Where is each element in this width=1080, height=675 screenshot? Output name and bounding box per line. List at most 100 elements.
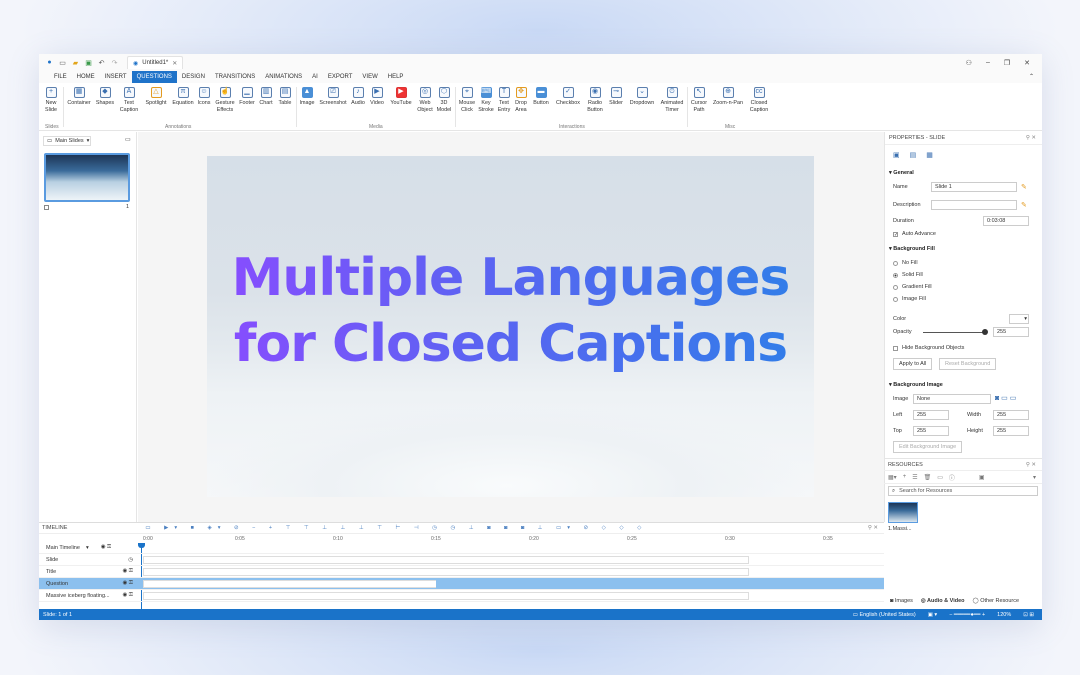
animated-timer-button[interactable]: ⏱ Animated Timer xyxy=(658,87,686,113)
slider-thumb[interactable] xyxy=(982,329,988,335)
visibility-icon[interactable]: ◉ ⚿ xyxy=(122,568,139,575)
hide-bg-objects-checkbox[interactable]: Hide Background Objects xyxy=(893,345,964,351)
resource-thumbnail[interactable] xyxy=(888,502,918,523)
video-button[interactable]: ▶ Video xyxy=(368,87,386,107)
timeline-toolbar[interactable]: ▭ ▶▾ ■ ◈▾ ⊘ − + ⊤ ⊤ ⊥ ⊥ ⊥ ⊤ ⊢ ⊣ ◷ ◷ ⊥ ◙ … xyxy=(145,525,647,531)
open-folder-icon[interactable]: ▰ xyxy=(71,58,80,67)
tab-other-resource[interactable]: ◯ Other Resource xyxy=(973,598,1020,604)
gradient-fill-radio[interactable]: Gradient Fill xyxy=(893,284,932,290)
footer-button[interactable]: ▁ Footer xyxy=(238,87,256,107)
zoom-slider[interactable]: − ━━━━━●━━ + xyxy=(949,612,985,618)
edit-name-icon[interactable]: ✎ xyxy=(1021,183,1027,191)
button-button[interactable]: ▬ Button xyxy=(530,87,552,107)
screenshot-button[interactable]: ⎚ Screenshot xyxy=(317,87,349,107)
slider-button[interactable]: ⊸ Slider xyxy=(606,87,626,107)
timeline-row-image[interactable]: Massive iceberg floating... ◉ ⚿ xyxy=(39,590,884,602)
account-icon[interactable]: ⚇ xyxy=(966,59,972,67)
restore-icon[interactable]: ❐ xyxy=(1004,59,1010,67)
left-field[interactable]: 255 xyxy=(913,410,949,420)
visibility-icon[interactable]: ◉ ⚿ xyxy=(122,580,139,587)
timeline-close-icons[interactable]: ⚲ ✕ xyxy=(868,525,884,531)
edit-background-image-button[interactable]: Edit Background Image xyxy=(893,441,963,453)
top-field[interactable]: 255 xyxy=(913,426,949,436)
drop-area-button[interactable]: ✥ Drop Area xyxy=(513,87,529,113)
opacity-slider[interactable] xyxy=(923,329,988,335)
menu-help[interactable]: HELP xyxy=(383,71,409,83)
equation-button[interactable]: π Equation xyxy=(170,87,196,107)
container-button[interactable]: ▦ Container xyxy=(66,87,92,107)
text-caption-button[interactable]: A Text Caption xyxy=(118,87,140,113)
document-tab[interactable]: ◉ Untitled1* ✕ xyxy=(127,56,183,69)
zoom-n-pan-button[interactable]: ⊕ Zoom-n-Pan xyxy=(710,87,746,107)
menu-ai[interactable]: AI xyxy=(307,71,323,83)
file-icon[interactable]: ▭ xyxy=(937,474,943,481)
menu-file[interactable]: FILE xyxy=(49,71,72,83)
slide-props-icon[interactable]: ▣ xyxy=(893,151,900,159)
shapes-button[interactable]: ◆ Shapes xyxy=(94,87,116,107)
visibility-icon[interactable]: ◉ ⚿ xyxy=(101,544,112,551)
edit-description-icon[interactable]: ✎ xyxy=(1021,201,1027,209)
slide-title-line2[interactable]: for Closed Captions xyxy=(207,314,814,374)
description-field[interactable] xyxy=(931,200,1017,210)
timeline-row-main[interactable]: Main Timeline ▾ ◉ ⚿ xyxy=(39,542,884,554)
slide-title-line1[interactable]: Multiple Languages xyxy=(207,248,814,308)
menu-view[interactable]: VIEW xyxy=(357,71,382,83)
fit-icons[interactable]: ⊡ ⊞ xyxy=(1023,612,1034,618)
width-field[interactable]: 255 xyxy=(993,410,1029,420)
timeline-bar-image[interactable] xyxy=(143,592,749,600)
view-icons[interactable]: ▣ ▾ xyxy=(928,612,938,618)
name-field[interactable]: Slide 1 xyxy=(931,182,1017,192)
slide-canvas[interactable]: Multiple Languages for Closed Captions xyxy=(207,156,814,497)
web-object-button[interactable]: ◎ Web Object xyxy=(416,87,434,113)
main-slides-dropdown[interactable]: ▭ Main Slides ▾ xyxy=(43,136,91,146)
solid-fill-radio[interactable]: Solid Fill xyxy=(893,272,923,278)
browse-image-icon[interactable]: ◙ ▭ ▭ xyxy=(995,394,1016,402)
audio-button[interactable]: ♪ Audio xyxy=(349,87,367,107)
menu-animations[interactable]: ANIMATIONS xyxy=(260,71,307,83)
info-icon[interactable]: ⓘ xyxy=(949,473,955,482)
large-view-icon[interactable]: ▣ xyxy=(979,474,985,481)
chart-button[interactable]: ▥ Chart xyxy=(257,87,275,107)
minimize-icon[interactable]: – xyxy=(986,59,990,67)
timeline-row-question[interactable]: Question ◉ ⚿ xyxy=(39,578,884,590)
image-button[interactable]: ▲ Image xyxy=(298,87,316,107)
list-icon[interactable]: ☰ xyxy=(912,474,917,481)
menu-transitions[interactable]: TRANSITIONS xyxy=(210,71,260,83)
spotlight-button[interactable]: △ Spotlight xyxy=(142,87,170,107)
checkbox-button[interactable]: ✓ Checkbox xyxy=(553,87,583,107)
timeline-bar-question[interactable] xyxy=(436,580,749,588)
cursor-path-button[interactable]: ↖ Cursor Path xyxy=(689,87,709,113)
pin-close-icons[interactable]: ⚲ ✕ xyxy=(1026,135,1042,141)
zoom-level[interactable]: 120% xyxy=(997,612,1011,618)
timeline-bar-title[interactable] xyxy=(143,568,749,576)
collapse-ribbon-icon[interactable]: ⌃ xyxy=(1024,71,1042,83)
new-slide-button[interactable]: + New Slide xyxy=(44,87,58,113)
duration-field[interactable]: 0:03:08 xyxy=(983,216,1029,226)
grid-view-icon[interactable]: ▦▾ xyxy=(888,474,897,481)
undo-icon[interactable]: ↶ xyxy=(97,58,106,67)
key-stroke-button[interactable]: ⌨ Key Stroke xyxy=(477,87,495,113)
redo-icon[interactable]: ↷ xyxy=(110,58,119,67)
more-icon[interactable]: ▾ xyxy=(1033,474,1042,481)
menu-export[interactable]: EXPORT xyxy=(323,71,358,83)
menu-home[interactable]: HOME xyxy=(72,71,100,83)
icons-button[interactable]: ☺ Icons xyxy=(196,87,212,107)
save-icon[interactable]: ▣ xyxy=(84,58,93,67)
add-icon[interactable]: + xyxy=(903,474,907,480)
apply-to-all-button[interactable]: Apply to All xyxy=(893,358,933,370)
opacity-field[interactable]: 255 xyxy=(993,327,1029,337)
menu-insert[interactable]: INSERT xyxy=(100,71,132,83)
tab-images[interactable]: ◙ Images xyxy=(890,598,913,604)
menu-questions[interactable]: QUESTIONS xyxy=(131,71,177,83)
grid-props-icon[interactable]: ▦ xyxy=(926,151,933,159)
visibility-icon[interactable]: ◉ ⚿ xyxy=(122,592,139,599)
delete-icon[interactable]: 🗑 xyxy=(924,474,932,481)
height-field[interactable]: 255 xyxy=(993,426,1029,436)
auto-advance-checkbox[interactable]: ✓ Auto Advance xyxy=(893,231,936,237)
language-selector[interactable]: ▭ English (United States) xyxy=(853,612,916,618)
tab-audio-video[interactable]: ◎ Audio & Video xyxy=(921,598,965,604)
timeline-row-slide[interactable]: Slide ◷ xyxy=(39,554,884,566)
gesture-effects-button[interactable]: ☝ Gesture Effects xyxy=(212,87,238,113)
slide-thumbnail[interactable] xyxy=(44,153,130,202)
menu-design[interactable]: DESIGN xyxy=(177,71,210,83)
